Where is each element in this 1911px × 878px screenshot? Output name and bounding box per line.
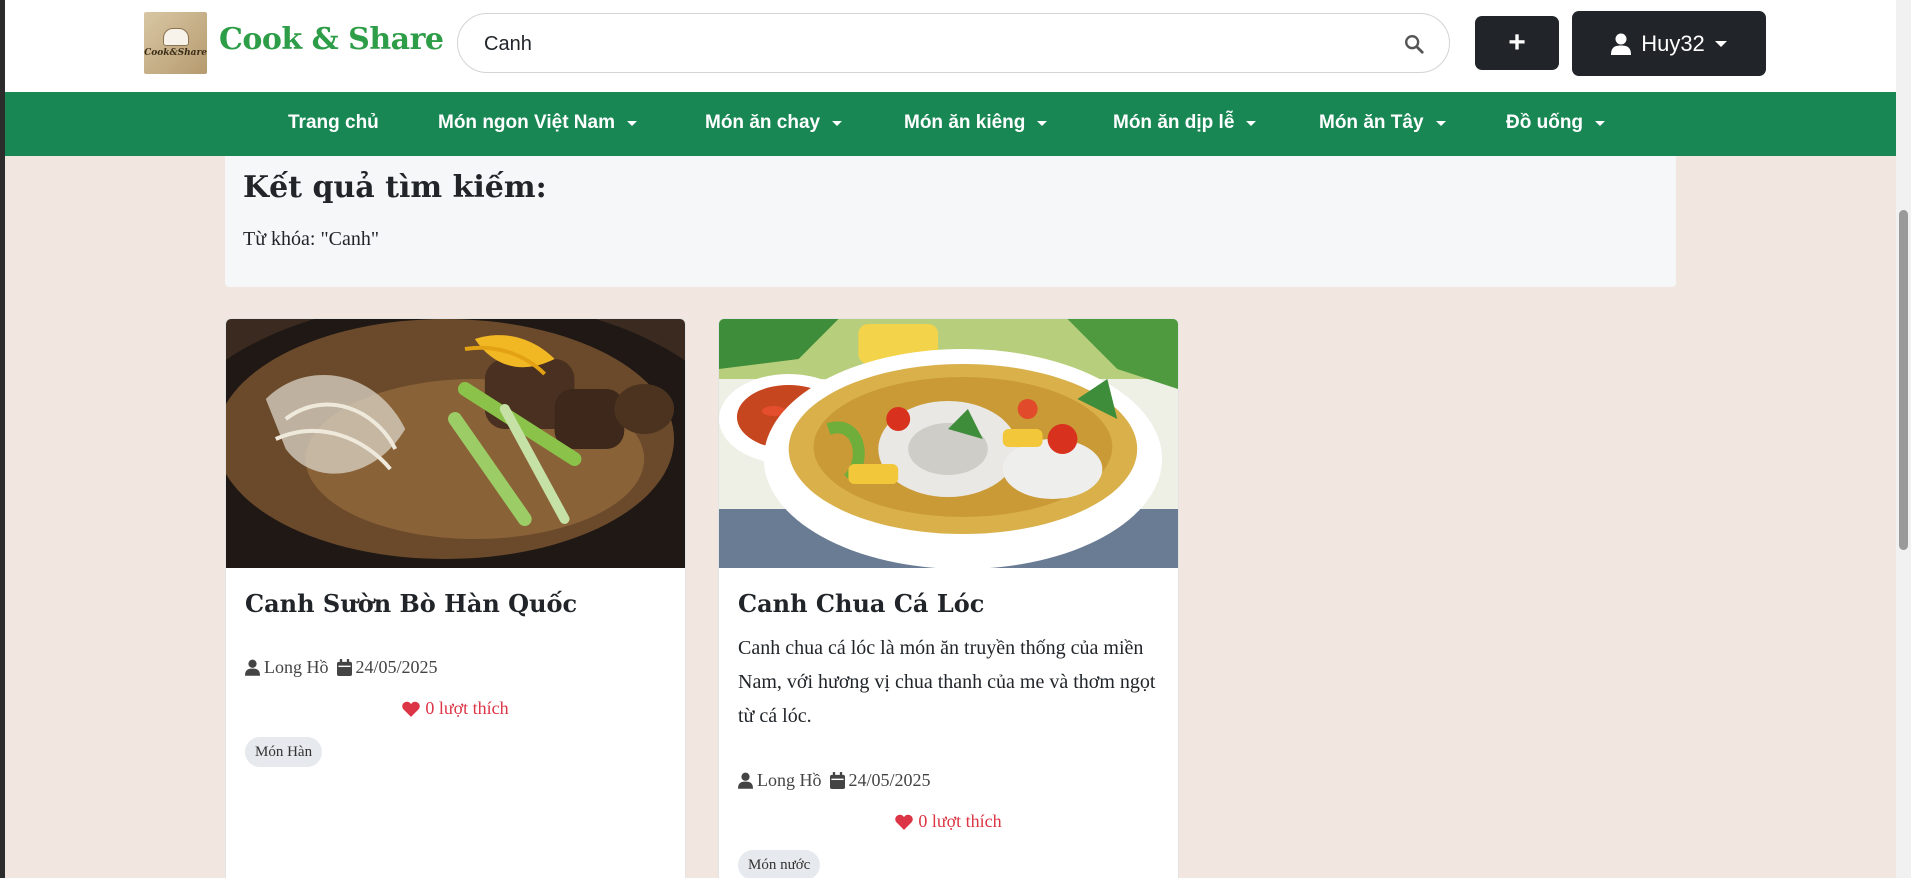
user-menu-button[interactable]: Huy32	[1572, 11, 1766, 76]
sour-fish-soup-photo[interactable]	[719, 319, 1178, 568]
heart-icon	[895, 814, 914, 830]
results-title: Kết quả tìm kiếm:	[243, 170, 547, 205]
scrollbar-thumb[interactable]	[1899, 210, 1908, 550]
recipe-card[interactable]: Canh Sườn Bò Hàn Quốc Long Hồ 24/05/2025…	[225, 318, 686, 878]
recipe-description: Canh chua cá lóc là món ăn truyền thống …	[738, 637, 1156, 727]
user-name: Huy32	[1641, 30, 1705, 56]
nav-label: Đồ uống	[1506, 112, 1584, 133]
search-button[interactable]	[1399, 30, 1429, 58]
nav-item-drinks[interactable]: Đồ uống	[1506, 112, 1606, 134]
nav-label: Món ngon Việt Nam	[438, 112, 615, 133]
heart-icon	[402, 701, 421, 717]
results-keyword: Từ khóa: "Canh"	[243, 228, 380, 250]
chevron-down-icon	[1714, 40, 1727, 47]
calendar-icon	[829, 772, 845, 789]
nav-label: Món ăn dịp lễ	[1113, 112, 1235, 133]
brand-name[interactable]: Cook & Share	[219, 22, 444, 57]
recipe-author: Long Hồ	[264, 657, 329, 677]
recipe-meta: Long Hồ 24/05/2025	[245, 657, 438, 678]
nav-label: Món ăn kiêng	[904, 112, 1026, 133]
nav-item-vietnamese[interactable]: Món ngon Việt Nam	[438, 112, 637, 134]
search-results-header: Kết quả tìm kiếm: Từ khóa: "Canh"	[225, 156, 1676, 287]
add-recipe-button[interactable]: +	[1475, 16, 1559, 70]
recipe-date: 24/05/2025	[848, 770, 931, 790]
nav-label: Trang chủ	[288, 112, 379, 133]
recipe-title[interactable]: Canh Sườn Bò Hàn Quốc	[245, 589, 577, 618]
recipe-likes[interactable]: 0 lượt thích	[226, 698, 685, 719]
nav-label: Món ăn Tây	[1319, 112, 1424, 133]
chevron-down-icon	[626, 120, 637, 126]
user-icon	[738, 772, 753, 789]
recipe-likes[interactable]: 0 lượt thích	[719, 811, 1178, 832]
search-bar	[457, 13, 1450, 73]
recipe-tag[interactable]: Món nước	[738, 850, 821, 878]
search-input[interactable]	[484, 30, 1364, 58]
recipe-card[interactable]: Canh Chua Cá Lóc Canh chua cá lóc là món…	[718, 318, 1179, 878]
chevron-down-icon	[1246, 120, 1257, 126]
main-nav: Trang chủ Món ngon Việt Nam Món ăn chay …	[5, 92, 1896, 156]
chevron-down-icon	[832, 120, 843, 126]
beef-rib-soup-photo[interactable]	[226, 319, 685, 568]
recipe-author: Long Hồ	[757, 770, 822, 790]
chevron-down-icon	[1037, 120, 1048, 126]
recipe-tag[interactable]: Món Hàn	[245, 737, 323, 767]
chevron-down-icon	[1595, 120, 1606, 126]
chevron-down-icon	[1435, 120, 1446, 126]
calendar-icon	[336, 659, 352, 676]
user-icon	[245, 659, 260, 676]
nav-label: Món ăn chay	[705, 112, 821, 133]
site-logo[interactable]: Cook&Share	[144, 12, 207, 74]
nav-item-diet[interactable]: Món ăn kiêng	[904, 112, 1048, 134]
nav-item-vegetarian[interactable]: Món ăn chay	[705, 112, 843, 134]
nav-item-western[interactable]: Món ăn Tây	[1319, 112, 1446, 134]
recipe-title[interactable]: Canh Chua Cá Lóc	[738, 589, 984, 618]
chef-hat-icon	[162, 28, 189, 46]
page-scrollbar[interactable]	[1896, 0, 1911, 878]
recipe-meta: Long Hồ 24/05/2025	[738, 770, 931, 791]
logo-text: Cook&Share	[144, 48, 207, 58]
user-icon	[1611, 33, 1632, 55]
nav-item-holiday[interactable]: Món ăn dịp lễ	[1113, 112, 1257, 134]
search-icon	[1405, 35, 1424, 54]
plus-icon: +	[1508, 26, 1526, 59]
top-header: Cook&Share Cook & Share + Huy32	[0, 0, 1896, 92]
recipe-date: 24/05/2025	[355, 657, 438, 677]
likes-count: 0 lượt thích	[425, 698, 509, 718]
likes-count: 0 lượt thích	[918, 811, 1002, 831]
nav-item-home[interactable]: Trang chủ	[288, 112, 379, 134]
